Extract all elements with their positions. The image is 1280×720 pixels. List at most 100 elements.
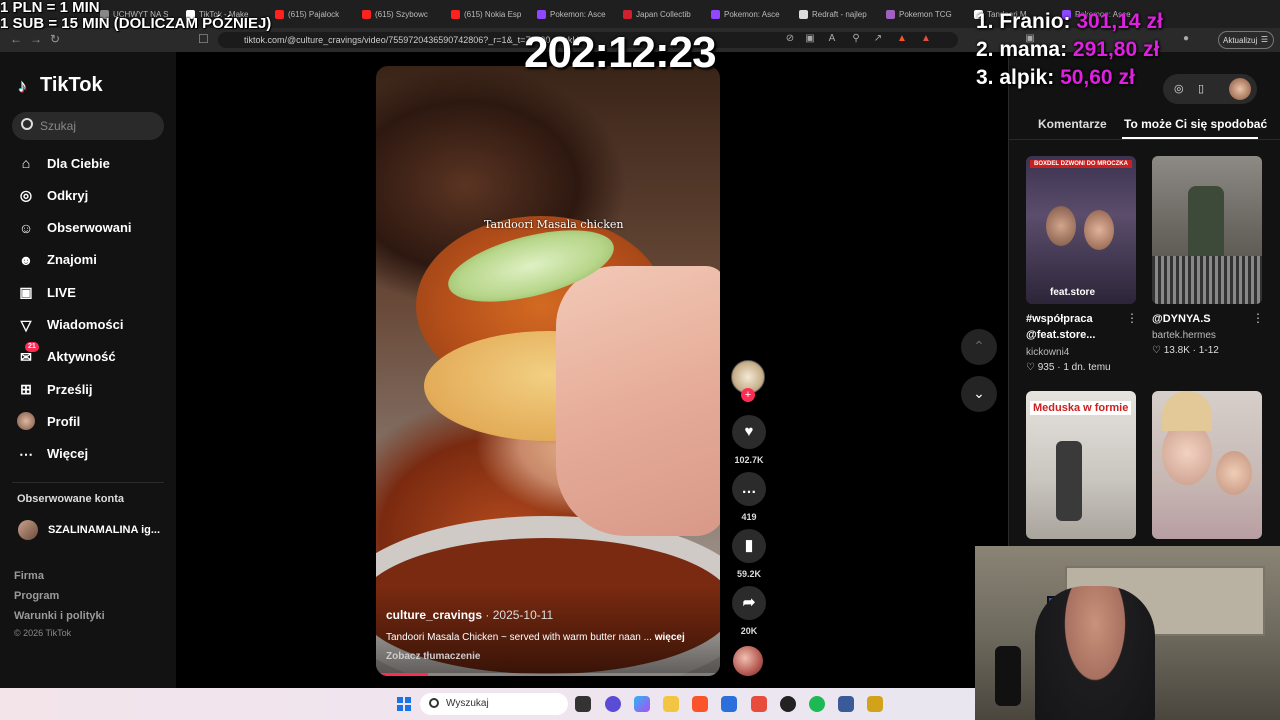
notification-badge: 21	[25, 341, 39, 352]
sidebar-item-dla-ciebie[interactable]: ⌂ Dla Ciebie	[17, 151, 110, 175]
sidebar-item-wiadomości[interactable]: ▽ Wiadomości	[17, 313, 124, 337]
browser-tab[interactable]: (615) Pajalock	[275, 4, 357, 24]
obs-icon[interactable]	[780, 696, 796, 712]
sidebar-item-odkryj[interactable]: ◎ Odkryj	[17, 183, 88, 207]
browser-tab[interactable]: (615) Szybowc	[362, 4, 444, 24]
see-translation-link[interactable]: Zobacz tłumaczenie	[386, 651, 480, 662]
forward-icon[interactable]: →	[30, 32, 42, 46]
sidebar-item-label: Aktywność	[47, 349, 116, 365]
active-tab-underline	[1122, 137, 1258, 139]
recommendation-author[interactable]: bartek.hermes	[1152, 330, 1216, 341]
leaderboard-name: mama:	[999, 38, 1068, 61]
taskbar-search-placeholder: Wyszukaj	[446, 698, 489, 709]
youtube-icon	[362, 9, 371, 19]
vpn-icon[interactable]: ●	[1180, 33, 1192, 45]
music-disc-icon[interactable]	[733, 646, 763, 676]
file-explorer-icon[interactable]	[663, 696, 679, 712]
more-link[interactable]: więcej	[655, 632, 685, 643]
video-progress-bar[interactable]	[376, 673, 720, 676]
search-input[interactable]: Szukaj	[12, 112, 164, 140]
taskbar-search-input[interactable]: Wyszukaj	[420, 693, 568, 715]
share-icon[interactable]: ↗	[872, 33, 884, 45]
browser-tab[interactable]: (615) Nokia Esp	[451, 4, 533, 24]
previous-video-button[interactable]: ⌃	[961, 329, 997, 365]
recommendation-thumbnail[interactable]: BOXDEL DZWONI DO MROCZKA feat.store	[1026, 156, 1136, 304]
browser-tab-label: Japan Collectib	[636, 9, 691, 19]
notepad-icon[interactable]	[838, 696, 854, 712]
sidebar-item-obserwowani[interactable]: ☺ Obserwowani	[17, 216, 132, 240]
thumbnail-person	[1056, 441, 1082, 521]
back-icon[interactable]: ←	[10, 32, 22, 46]
browser-tab[interactable]: Pokemon: Asce	[711, 4, 793, 24]
profile-avatar[interactable]	[1229, 78, 1251, 100]
browser-tab[interactable]: Pokemon TCG	[886, 4, 968, 24]
brave-beta-icon[interactable]	[751, 696, 767, 712]
leaderboard-amount: 291,80 zł	[1072, 38, 1160, 61]
video-author[interactable]: culture_cravings · 2025-10-11	[386, 608, 553, 622]
browser-tab[interactable]: Pokemon: Asce	[537, 4, 619, 24]
browser-tab[interactable]: Redraft - najlep	[799, 4, 881, 24]
brave-icon[interactable]	[692, 696, 708, 712]
reload-icon[interactable]: ↻	[50, 32, 60, 46]
browser-tab[interactable]: Japan Collectib	[623, 4, 705, 24]
footer-link-terms[interactable]: Warunki i polityki	[14, 610, 105, 622]
browser-tab-label: (615) Nokia Esp	[464, 9, 522, 19]
comment-button[interactable]: … 419	[731, 472, 767, 522]
donation-rule-line: 1 PLN = 1 MIN	[0, 0, 100, 16]
footer-link-program[interactable]: Program	[14, 590, 59, 602]
browser-tab-label: Redraft - najlep	[812, 9, 867, 19]
tab-comments[interactable]: Komentarze	[1038, 117, 1107, 131]
sidebar-item-znajomi[interactable]: ☻ Znajomi	[17, 248, 97, 272]
sidebar-item-live[interactable]: ▣ LIVE	[17, 280, 76, 304]
recommendation-thumbnail[interactable]	[1152, 391, 1262, 539]
live-icon: ▣	[19, 284, 33, 301]
spotify-icon[interactable]	[809, 696, 825, 712]
compass-icon[interactable]: ◎	[1174, 82, 1184, 95]
recommendation-author[interactable]: kickowni4	[1026, 347, 1069, 358]
recommendation-thumbnail[interactable]: Meduska w formie	[1026, 391, 1136, 539]
video-player[interactable]: Tandoori Masala chicken culture_cravings…	[376, 66, 720, 676]
next-video-button[interactable]: ⌄	[961, 376, 997, 412]
tiktok-logo[interactable]: ♪ TikTok	[18, 74, 103, 97]
sidebar-item-profil[interactable]: Profil	[17, 409, 80, 433]
sidebar-item-więcej[interactable]: ⋯ Więcej	[17, 442, 88, 466]
windows-start-icon[interactable]	[397, 697, 411, 711]
app-icon[interactable]	[867, 696, 883, 712]
bookmark-icon[interactable]: ☐	[198, 32, 209, 46]
sidebar-item-aktywność[interactable]: ✉ 21 Aktywność	[17, 341, 116, 369]
video-description: Tandoori Masala Chicken ~ served with wa…	[386, 632, 685, 643]
save-button[interactable]: ▮ 59.2K	[731, 529, 767, 579]
tab-recommended[interactable]: To może Ci się spodobać	[1124, 117, 1267, 131]
copilot-icon[interactable]	[634, 696, 650, 712]
like-button[interactable]: ♥ 102.7K	[731, 415, 767, 465]
page-icon	[799, 9, 808, 19]
heart-outline-icon: ♡	[1026, 362, 1035, 373]
share-button[interactable]: ➦ 20K	[731, 586, 767, 636]
comment-icon: …	[732, 472, 766, 506]
more-options-icon[interactable]: ⋮	[1126, 311, 1138, 325]
sidebar-item-label: Obserwowani	[47, 220, 132, 236]
store-icon[interactable]	[721, 696, 737, 712]
update-button[interactable]: Aktualizuj ☰	[1218, 31, 1274, 49]
phone-icon[interactable]: ▯	[1198, 82, 1204, 95]
more-options-icon[interactable]: ⋮	[1252, 311, 1264, 325]
thumbnail-person	[1084, 210, 1114, 250]
zoom-icon[interactable]: ⚲	[850, 33, 862, 45]
footer-link-company[interactable]: Firma	[14, 570, 44, 582]
recommendation-thumbnail[interactable]	[1152, 156, 1262, 304]
cast-icon[interactable]: ▣	[804, 33, 816, 45]
task-view-icon[interactable]	[575, 696, 591, 712]
translate-icon[interactable]: A	[826, 33, 838, 45]
recommendation-title[interactable]: #współpraca @feat.store...	[1026, 311, 1095, 343]
chevron-down-icon: ⌄	[973, 385, 985, 401]
recommendation-title[interactable]: @DYNYA.S	[1152, 311, 1211, 327]
followed-account-item[interactable]: SZALINAMALINA ig...	[18, 520, 160, 540]
follow-plus-icon[interactable]: +	[741, 388, 755, 402]
recommendation-likes: 935	[1037, 362, 1055, 373]
extension-icon[interactable]: ⊘	[784, 33, 796, 45]
rewards-icon[interactable]: ▲	[920, 33, 932, 45]
brave-shield-icon[interactable]: ▲	[896, 33, 908, 45]
leaderboard-row: 1. Franio: 301,14 zł	[976, 8, 1163, 36]
discord-icon[interactable]	[605, 696, 621, 712]
sidebar-item-prześlij[interactable]: ⊞ Prześlij	[17, 377, 92, 401]
